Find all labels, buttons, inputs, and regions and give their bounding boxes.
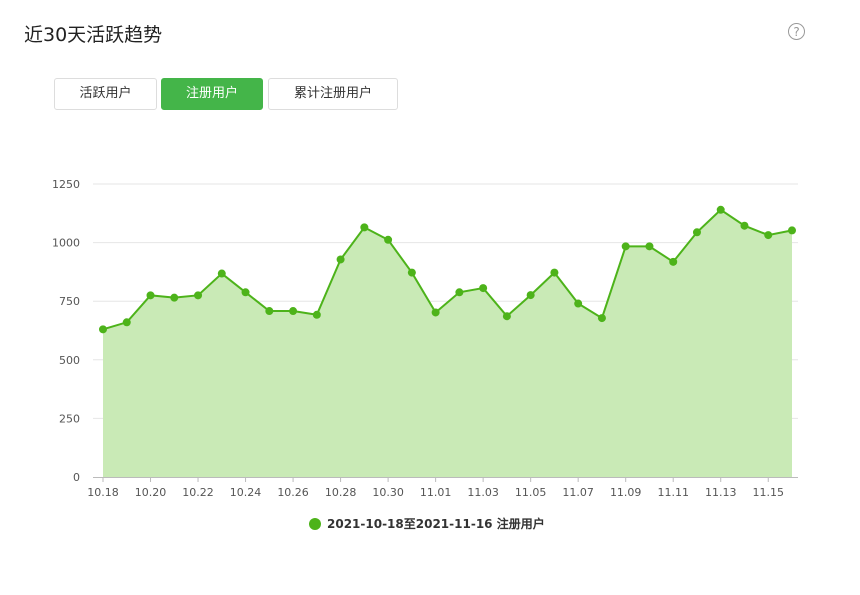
x-tick-label: 11.03	[467, 486, 499, 499]
chart-area	[102, 208, 793, 477]
x-tick-label: 11.13	[705, 486, 737, 499]
x-tick-label: 10.30	[372, 486, 404, 499]
data-point	[384, 235, 393, 244]
y-tick-label: 0	[73, 471, 80, 484]
data-point	[502, 312, 511, 321]
y-tick-label: 500	[59, 354, 80, 367]
data-point	[716, 205, 725, 214]
data-point	[360, 223, 369, 232]
data-point	[336, 255, 345, 264]
x-tick-label: 10.28	[325, 486, 357, 499]
data-point	[431, 308, 440, 317]
data-point	[194, 291, 203, 300]
x-tick-label: 11.07	[562, 486, 594, 499]
data-point	[479, 284, 488, 293]
data-point	[217, 269, 226, 278]
data-point	[645, 242, 654, 251]
x-tick-label: 11.05	[515, 486, 547, 499]
x-tick-label: 11.09	[610, 486, 642, 499]
y-tick-label: 750	[59, 295, 80, 308]
data-point	[621, 242, 630, 251]
data-point	[740, 221, 749, 230]
chart-legend[interactable]: 2021-10-18至2021-11-16 注册用户	[309, 515, 545, 532]
x-tick-label: 11.01	[420, 486, 452, 499]
data-point	[526, 291, 535, 300]
data-point	[692, 228, 701, 237]
x-tick-label: 10.26	[277, 486, 309, 499]
y-tick-label: 250	[59, 412, 80, 425]
trend-chart: 0 250 500 750 1000 1250 10.18 10.20 10.22 10.24 10…	[52, 178, 798, 499]
data-point	[574, 299, 583, 308]
data-point	[99, 325, 107, 334]
y-tick-label: 1000	[52, 237, 80, 250]
data-point	[407, 268, 416, 277]
data-point	[455, 288, 464, 297]
data-point	[265, 307, 274, 316]
data-point	[597, 314, 606, 323]
x-tick-label: 10.18	[87, 486, 119, 499]
x-tick-label: 10.22	[182, 486, 214, 499]
y-tick-label: 1250	[52, 178, 80, 191]
data-point	[241, 288, 250, 297]
data-point	[788, 226, 796, 235]
data-point	[669, 257, 678, 266]
legend-label: 2021-10-18至2021-11-16 注册用户	[327, 517, 545, 531]
data-point	[764, 231, 773, 240]
data-point	[289, 307, 298, 316]
x-tick-label: 11.11	[657, 486, 689, 499]
data-point	[122, 318, 131, 327]
legend-marker	[309, 518, 321, 530]
series-area	[103, 209, 792, 477]
x-tick-label: 10.24	[230, 486, 262, 499]
data-point	[146, 291, 155, 300]
data-point	[312, 310, 321, 319]
data-point	[550, 268, 559, 277]
data-point	[170, 293, 179, 302]
x-tick-label: 11.15	[752, 486, 784, 499]
x-tick-label: 10.20	[135, 486, 167, 499]
